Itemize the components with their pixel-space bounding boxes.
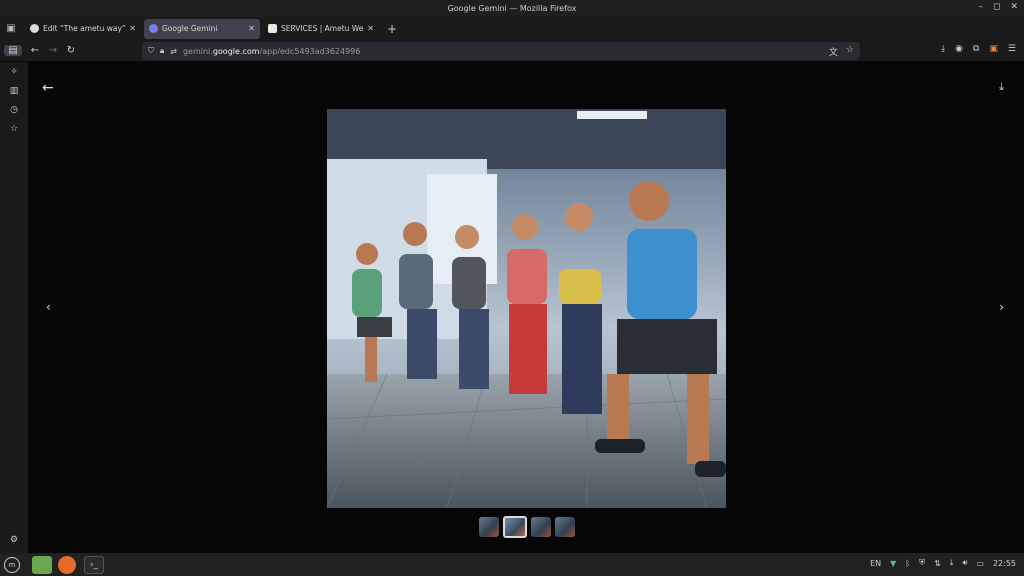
url-prefix: gemini.	[182, 46, 213, 56]
translate-icon[interactable]: ⽂	[829, 45, 838, 58]
bluetooth-icon[interactable]: ᛒ	[905, 559, 910, 568]
network-icon[interactable]: ⇅	[934, 559, 941, 568]
extensions-icon[interactable]: ⧉	[973, 44, 979, 54]
menu-icon[interactable]: ☰	[1008, 44, 1016, 54]
back-icon[interactable]: ←	[26, 45, 44, 56]
browser-sidebar: ✧ ▥ ◷ ☆ ⚙	[0, 62, 28, 553]
files-icon[interactable]	[32, 555, 52, 574]
close-tab-icon[interactable]: ✕	[248, 24, 255, 33]
tab-title: SERVICES | Ametu Wellness	[281, 24, 364, 33]
thumbnail-selected[interactable]	[503, 516, 527, 538]
ai-chatbot-icon[interactable]: ✧	[0, 62, 28, 81]
window-controls: – ◻ ✕	[978, 2, 1018, 12]
window-titlebar: Google Gemini — Mozilla Firefox – ◻ ✕	[0, 0, 1024, 17]
start-menu-icon[interactable]: m	[4, 556, 20, 573]
gemini-image-viewer: ← ⤓ ‹ ›	[28, 62, 1024, 553]
reload-icon[interactable]: ↻	[62, 45, 80, 56]
tab-bar: ▣ Edit “The ametu way” with ✕ Google Gem…	[0, 17, 1024, 40]
wordpress-icon	[30, 24, 39, 33]
close-tab-icon[interactable]: ✕	[129, 24, 136, 33]
synced-tabs-icon[interactable]: ▥	[0, 81, 28, 100]
lock-icon[interactable]: 🔒︎	[160, 46, 164, 56]
thumbnail[interactable]	[531, 517, 551, 537]
site-icon	[268, 24, 277, 33]
gym-squat-illustration	[327, 109, 726, 508]
sidebar-toggle-icon[interactable]: ▤	[4, 45, 22, 56]
download-icon[interactable]: ⤓	[941, 44, 945, 54]
firefox-icon[interactable]	[58, 555, 76, 574]
extension-badge-icon[interactable]: ▣	[989, 44, 998, 54]
thumbnail[interactable]	[555, 517, 575, 537]
close-icon[interactable]: ✕	[1010, 2, 1018, 12]
url-bar[interactable]: ⛉ 🔒︎ ⇄ gemini. google.com/app/edc5493ad36…	[142, 42, 860, 60]
tab-gemini[interactable]: Google Gemini ✕	[144, 18, 260, 39]
next-image-icon[interactable]: ›	[999, 300, 1004, 314]
previous-image-icon[interactable]: ‹	[46, 300, 51, 314]
keyboard-layout[interactable]: EN	[870, 559, 881, 568]
window-title: Google Gemini — Mozilla Firefox	[447, 4, 577, 13]
vpn-icon[interactable]: ▼	[890, 559, 896, 568]
url-path: /app/edc5493ad3624996	[259, 46, 361, 56]
os-taskbar: m ›_ EN ▼ ᛒ ⛨ ⇅ ⤓ 🔊︎ ▭ 22:55	[0, 553, 1024, 576]
tab-title: Google Gemini	[162, 24, 218, 33]
system-tray: EN ▼ ᛒ ⛨ ⇅ ⤓ 🔊︎ ▭ 22:55	[870, 558, 1016, 568]
battery-icon[interactable]: ▭	[976, 559, 984, 568]
toolbar-right: ⤓ ◉ ⧉ ▣ ☰	[941, 44, 1016, 54]
close-tab-icon[interactable]: ✕	[367, 24, 374, 33]
bookmarks-icon[interactable]: ☆	[0, 119, 28, 138]
tab-wordpress[interactable]: Edit “The ametu way” with ✕	[25, 19, 141, 39]
url-domain: google.com	[212, 46, 260, 56]
viewer-back-icon[interactable]: ←	[42, 80, 54, 96]
download-tray-icon[interactable]: ⤓	[950, 558, 954, 568]
viewer-download-icon[interactable]: ⤓	[999, 80, 1004, 94]
maximize-icon[interactable]: ◻	[993, 2, 1000, 12]
nav-bar: ▤ ← → ↻ ⛉ 🔒︎ ⇄ gemini. google.com/app/edc…	[0, 40, 1024, 62]
generated-image	[327, 109, 726, 508]
volume-icon[interactable]: 🔊︎	[962, 558, 967, 568]
terminal-icon[interactable]: ›_	[84, 555, 104, 574]
thumbnail[interactable]	[479, 517, 499, 537]
sidebar-settings-icon[interactable]: ⚙	[0, 530, 28, 549]
gemini-icon	[149, 24, 158, 33]
shield-icon[interactable]: ⛉	[148, 46, 154, 56]
bookmark-star-icon[interactable]: ☆	[846, 45, 854, 58]
clock[interactable]: 22:55	[993, 559, 1016, 568]
new-tab-icon[interactable]: +	[387, 22, 397, 36]
update-shield-icon[interactable]: ⛨	[919, 558, 925, 568]
forward-icon[interactable]: →	[44, 45, 62, 56]
minimize-icon[interactable]: –	[978, 2, 983, 12]
account-icon[interactable]: ◉	[955, 44, 963, 54]
tab-list-icon[interactable]: ▣	[0, 17, 22, 40]
tab-services[interactable]: SERVICES | Ametu Wellness ✕	[263, 19, 379, 39]
permissions-icon[interactable]: ⇄	[170, 47, 177, 56]
thumbnail-strip	[479, 516, 575, 538]
tab-title: Edit “The ametu way” with	[43, 24, 126, 33]
history-icon[interactable]: ◷	[0, 100, 28, 119]
